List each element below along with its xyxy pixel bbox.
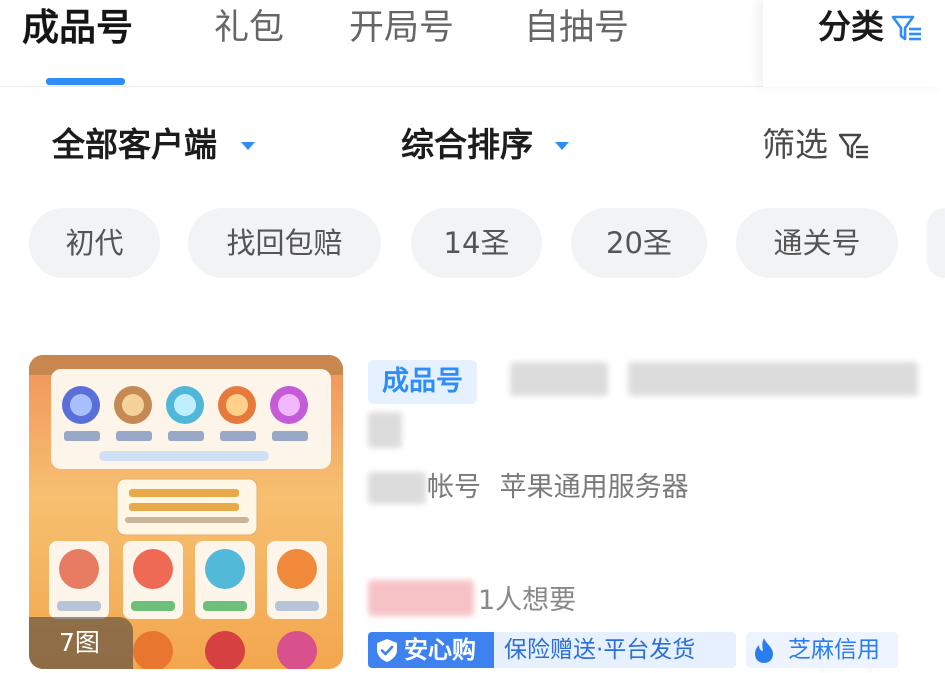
- image-count-badge: 7图: [29, 617, 133, 669]
- chip-partial[interactable]: [927, 208, 945, 278]
- anxin-description: 保险赠送·平台发货: [494, 632, 736, 668]
- sort-dropdown-caret-icon: [555, 142, 569, 150]
- chip-zhaohui-baopei[interactable]: 找回包赔: [188, 208, 381, 278]
- product-type-tag: 成品号: [368, 360, 477, 404]
- sort-dropdown[interactable]: 综合排序: [401, 120, 533, 170]
- chip-20sheng[interactable]: 20圣: [571, 208, 707, 278]
- platform-suffix: 帐号: [427, 472, 481, 503]
- tab-libao[interactable]: 礼包: [214, 2, 284, 54]
- tab-zichouhao[interactable]: 自抽号: [524, 2, 629, 54]
- redacted-price: [368, 580, 474, 616]
- client-dropdown[interactable]: 全部客户端: [52, 120, 217, 170]
- flame-icon: [755, 638, 773, 663]
- server-name: 苹果通用服务器: [499, 472, 689, 503]
- product-thumbnail[interactable]: 7图: [29, 355, 343, 669]
- tab-kaijuhao[interactable]: 开局号: [349, 2, 454, 54]
- chip-tongguanhao[interactable]: 通关号: [736, 208, 898, 278]
- category-label: 分类: [818, 7, 884, 46]
- redacted-platform: [368, 472, 426, 504]
- sort-dropdown-label: 综合排序: [401, 125, 533, 164]
- category-button[interactable]: 分类: [763, 0, 945, 87]
- wants-count: 1人想要: [478, 585, 577, 616]
- filter-icon: [891, 15, 921, 41]
- filter-icon: [838, 133, 868, 159]
- redacted-title-part: [510, 362, 608, 396]
- chip-chudai[interactable]: 初代: [29, 208, 160, 278]
- client-dropdown-label: 全部客户端: [52, 125, 217, 164]
- active-tab-indicator: [46, 78, 125, 85]
- client-dropdown-caret-icon: [241, 142, 255, 150]
- sort-bar: 全部客户端 综合排序 筛选: [0, 110, 945, 180]
- redacted-title-part: [368, 412, 402, 448]
- redacted-title-part: [628, 362, 918, 396]
- chip-14sheng[interactable]: 14圣: [411, 208, 542, 278]
- shield-check-icon: [377, 639, 397, 662]
- product-meta: 帐号 苹果通用服务器: [427, 467, 689, 509]
- filter-label: 筛选: [762, 125, 828, 164]
- tab-chengpinhao[interactable]: 成品号: [22, 2, 133, 54]
- top-tab-bar: 成品号 礼包 开局号 自抽号 分类: [0, 0, 945, 87]
